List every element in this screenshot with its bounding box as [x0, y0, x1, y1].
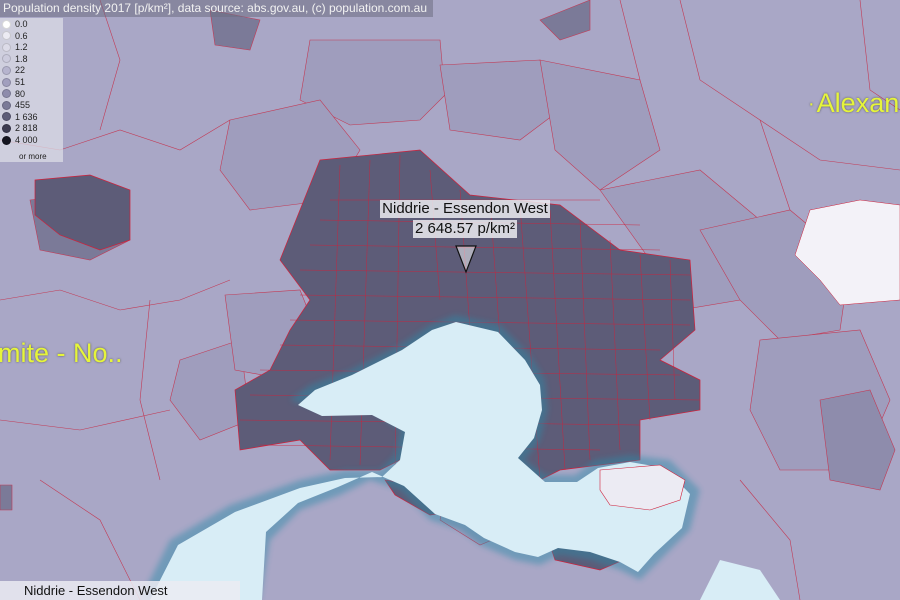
- legend-label: 4 000: [15, 135, 38, 145]
- legend-label: 1 636: [15, 111, 38, 122]
- map-title: Population density 2017 [p/km²], data so…: [0, 0, 434, 17]
- city-label-left: mite - No..: [0, 338, 123, 368]
- legend-item: 2 818: [2, 122, 38, 134]
- legend-label: 22: [15, 65, 26, 76]
- legend-swatch: [2, 100, 11, 110]
- callout-region-name: Niddrie - Essendon West: [380, 200, 550, 218]
- legend-label: 455: [15, 100, 31, 111]
- legend-swatch: [2, 42, 11, 52]
- legend-label: 1.2: [15, 42, 28, 53]
- legend-note: or more: [19, 152, 47, 161]
- region-callout: Niddrie - Essendon West 2 648.57 p/km²: [375, 200, 555, 240]
- legend-item: 1.2: [2, 41, 28, 53]
- selected-region-status: Niddrie - Essendon West: [0, 581, 240, 600]
- legend-item: 51: [2, 76, 25, 88]
- legend-swatch: [2, 65, 11, 75]
- city-dot-icon: ·: [808, 93, 815, 116]
- legend-label: 80: [15, 88, 26, 99]
- legend-swatch: [2, 31, 11, 41]
- density-map[interactable]: [0, 0, 900, 600]
- legend-item: 455: [2, 99, 30, 111]
- pointer-triangle-icon: [455, 245, 477, 274]
- callout-density-value: 2 648.57 p/km²: [412, 220, 518, 238]
- legend-label: 51: [15, 77, 26, 87]
- legend-swatch: [2, 123, 11, 133]
- legend-item: 0.6: [2, 30, 28, 42]
- legend-item: 22: [2, 64, 25, 76]
- legend-swatch: [2, 19, 11, 29]
- legend-label: 2 818: [15, 123, 38, 134]
- legend-item: 0.0: [2, 18, 28, 30]
- legend-swatch: [2, 77, 11, 87]
- legend-item: 1.8: [2, 53, 28, 65]
- legend-swatch: [2, 54, 11, 64]
- legend-label: 1.8: [15, 53, 28, 64]
- legend-swatch: [2, 135, 11, 145]
- legend-swatch: [2, 112, 11, 122]
- legend-label: 0.6: [15, 30, 28, 41]
- density-legend: 0.0 0.6 1.2 1.8 22 51 80 455 1 636 2 818 4 000 or m…: [0, 18, 63, 162]
- legend-item: 1 636: [2, 111, 38, 123]
- city-label-right: ·Alexan: [808, 88, 900, 118]
- legend-label: 0.0: [15, 19, 28, 29]
- legend-item: 4 000: [2, 134, 38, 146]
- legend-item: 80: [2, 88, 25, 100]
- legend-swatch: [2, 89, 11, 99]
